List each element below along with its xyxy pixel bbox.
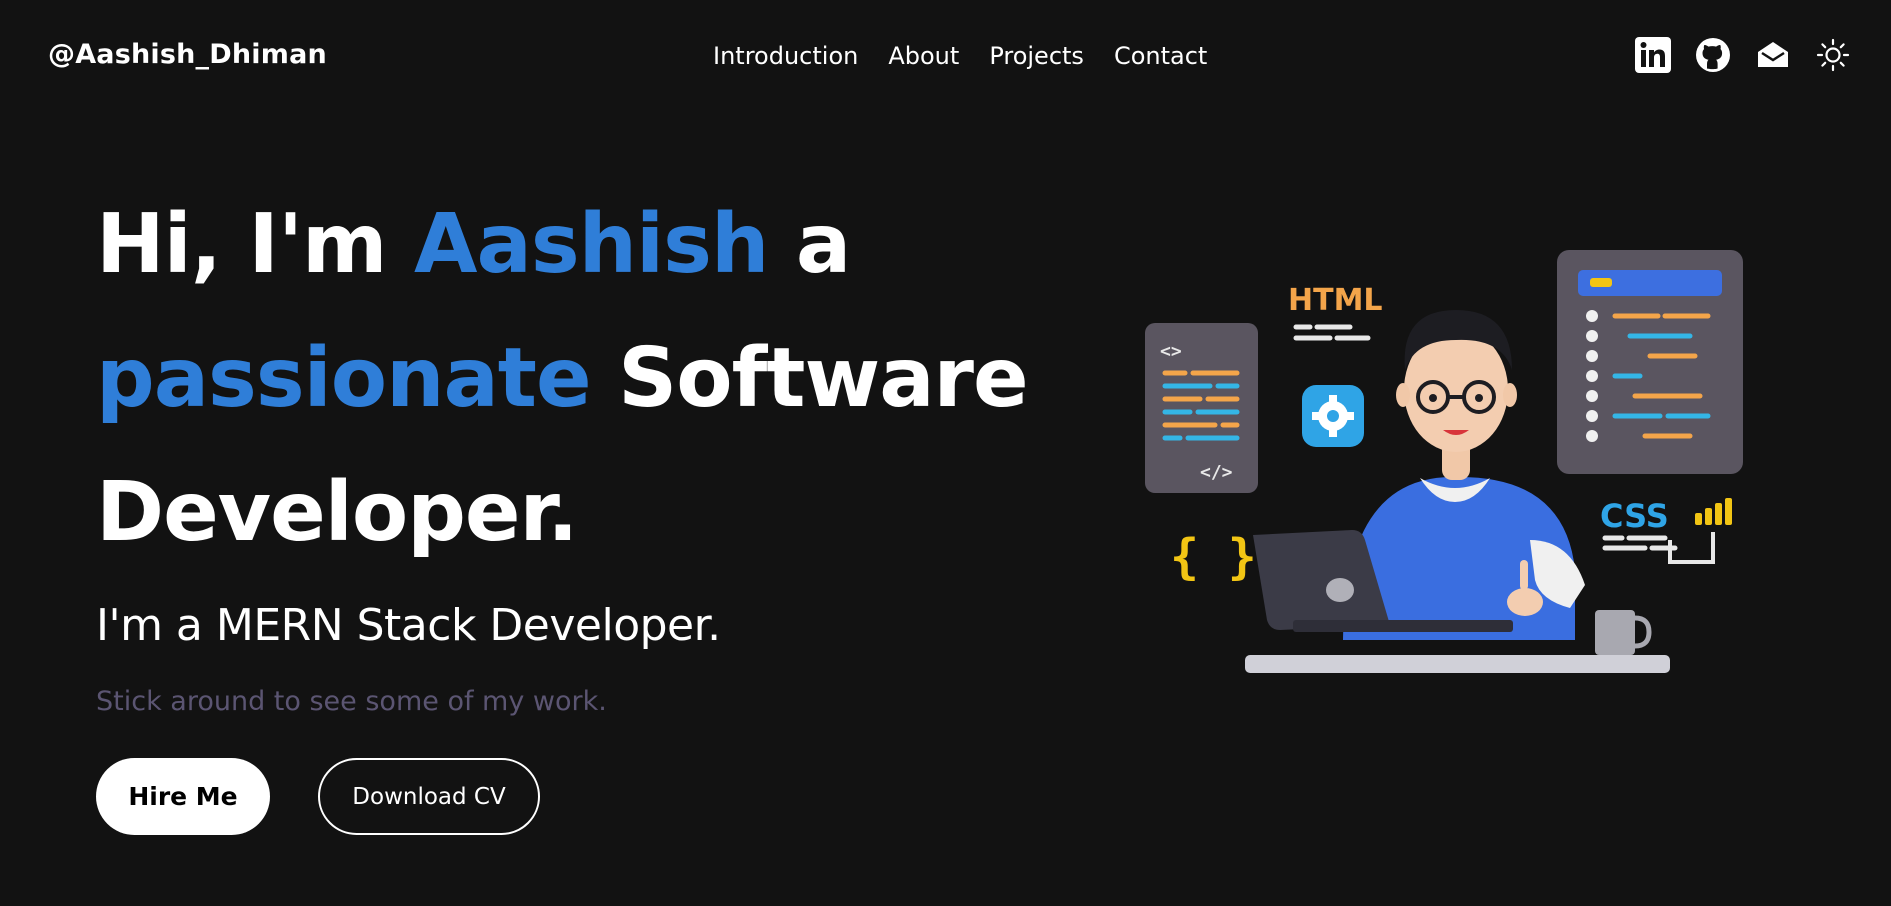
- main-nav: Introduction About Projects Contact: [713, 42, 1207, 70]
- code-panel-right: [1557, 250, 1743, 474]
- github-icon[interactable]: [1695, 37, 1731, 73]
- headline-line-2: passionate Software: [96, 312, 1029, 446]
- code-panel-left: <> </>: [1145, 323, 1258, 493]
- mail-icon[interactable]: [1755, 37, 1791, 73]
- headline-line-3: Developer.: [96, 465, 578, 560]
- nav-about[interactable]: About: [888, 42, 959, 70]
- social-icons: [1635, 37, 1851, 73]
- headline-text: Hi, I'm: [96, 197, 415, 292]
- css-label: CSS: [1600, 497, 1669, 535]
- nav-introduction[interactable]: Introduction: [713, 42, 858, 70]
- hero-tagline: Stick around to see some of my work.: [96, 686, 607, 717]
- gear-icon: [1302, 385, 1364, 447]
- mug-icon: [1595, 610, 1652, 655]
- braces-icon: { }: [1170, 529, 1257, 585]
- code-close-tag: </>: [1200, 462, 1233, 483]
- nav-projects[interactable]: Projects: [989, 42, 1084, 70]
- headline-name: Aashish: [414, 197, 769, 292]
- code-open-tag: <>: [1160, 341, 1182, 362]
- headline-text: a: [768, 197, 851, 292]
- headline-line-1: Hi, I'm Aashish a: [96, 178, 1028, 312]
- hire-me-button[interactable]: Hire Me: [96, 758, 270, 835]
- nav-contact[interactable]: Contact: [1114, 42, 1207, 70]
- html-label: HTML: [1288, 283, 1383, 318]
- hero-subtitle: I'm a MERN Stack Developer.: [96, 600, 721, 651]
- download-cv-button[interactable]: Download CV: [318, 758, 540, 835]
- linkedin-icon[interactable]: [1635, 37, 1671, 73]
- hero-headline: Hi, I'm Aashish a passionate Software De…: [96, 178, 1029, 580]
- headline-text: Software: [590, 331, 1028, 426]
- developer-illustration: <> </> HTML {} CSS: [1130, 240, 1750, 690]
- brand-logo[interactable]: @Aashish_Dhiman: [48, 39, 327, 70]
- headline-highlight: passionate: [96, 331, 592, 426]
- theme-toggle-icon[interactable]: [1815, 37, 1851, 73]
